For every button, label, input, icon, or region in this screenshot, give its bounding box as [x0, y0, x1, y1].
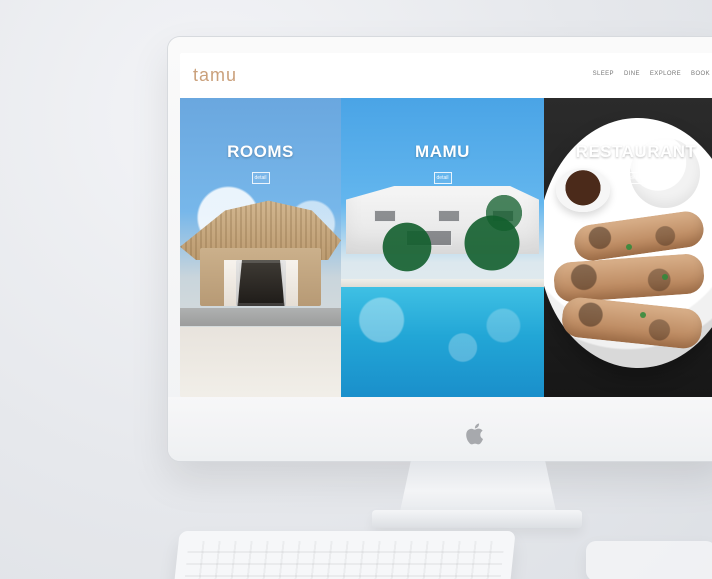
mamu-detail-button[interactable]: detail: [433, 172, 452, 184]
palm-tree: [376, 216, 438, 278]
desktop-monitor: tamu SLEEP DINE EXPLORE BOOK ROOMS detai…: [168, 37, 712, 461]
nav-dine[interactable]: DINE: [624, 71, 640, 77]
nav-book[interactable]: BOOK: [691, 71, 710, 77]
panel-mamu[interactable]: MAMU detail: [341, 98, 544, 397]
rooms-detail-button[interactable]: detail: [251, 172, 270, 184]
panel-rooms[interactable]: ROOMS detail: [180, 98, 341, 397]
apple-logo-icon: [466, 423, 484, 445]
restaurant-detail-button[interactable]: detail: [627, 172, 645, 184]
herb-sprig: [626, 244, 632, 250]
mouse-pad: [586, 541, 712, 579]
beach-sand: [180, 327, 341, 397]
feature-panels: ROOMS detail MAMU detail RESTAURANT deta…: [180, 98, 712, 397]
herb-sprig: [640, 312, 646, 318]
website: tamu SLEEP DINE EXPLORE BOOK ROOMS detai…: [180, 53, 712, 397]
site-header: tamu SLEEP DINE EXPLORE BOOK: [180, 53, 712, 99]
keyboard-keys: [183, 541, 505, 579]
sauce-bowl: [556, 168, 610, 212]
panel-title-mamu: MAMU: [415, 142, 470, 161]
hut-deck: [180, 308, 341, 326]
monitor-chin: [168, 397, 712, 461]
keyboard: [172, 531, 516, 579]
mockup-scene: tamu SLEEP DINE EXPLORE BOOK ROOMS detai…: [0, 0, 712, 579]
hut-opening: [236, 260, 286, 306]
panel-title-rooms: ROOMS: [227, 142, 294, 161]
palm-tree: [481, 190, 527, 236]
site-logo[interactable]: tamu: [193, 65, 237, 86]
nav-explore[interactable]: EXPLORE: [650, 71, 681, 77]
panel-title-restaurant: RESTAURANT: [575, 142, 697, 161]
nav-sleep[interactable]: SLEEP: [593, 71, 614, 77]
monitor-screen: tamu SLEEP DINE EXPLORE BOOK ROOMS detai…: [180, 53, 712, 397]
swimming-pool: [341, 287, 544, 397]
monitor-stand-base: [372, 510, 582, 528]
panel-restaurant[interactable]: RESTAURANT detail: [544, 98, 712, 397]
herb-sprig: [662, 274, 668, 280]
site-nav: SLEEP DINE EXPLORE BOOK: [593, 71, 710, 77]
